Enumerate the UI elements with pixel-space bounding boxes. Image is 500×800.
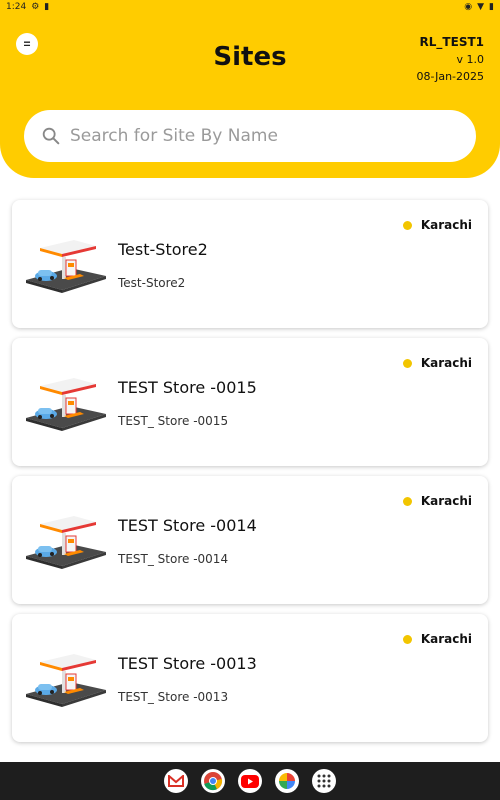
site-code: Test-Store2 xyxy=(118,276,186,290)
city-label: Karachi xyxy=(420,494,472,508)
location-icon: ◉ xyxy=(464,1,473,12)
app-version: v 1.0 xyxy=(456,53,485,66)
sd-card-icon: ▮ xyxy=(44,1,50,12)
city-label: Karachi xyxy=(420,632,472,646)
navigation-bar xyxy=(0,762,500,800)
site-name: TEST Store -0014 xyxy=(118,516,257,535)
battery-icon: ▮ xyxy=(489,1,494,12)
clock: 1:24 xyxy=(6,2,27,12)
status-dot xyxy=(402,496,412,506)
chrome-icon[interactable] xyxy=(201,769,225,793)
search-input[interactable] xyxy=(70,126,460,146)
site-name: TEST Store -0013 xyxy=(118,654,257,673)
city-tag: Karachi xyxy=(402,356,472,370)
gas-station-icon xyxy=(24,512,108,572)
status-dot xyxy=(402,634,412,644)
site-name: TEST Store -0015 xyxy=(118,378,257,397)
status-dot xyxy=(402,358,412,368)
app-date: 08-Jan-2025 xyxy=(416,70,485,83)
site-card[interactable]: TEST Store -0015 TEST_ Store -0015 Karac… xyxy=(12,338,488,466)
site-name: Test-Store2 xyxy=(118,240,208,259)
status-bar: 1:24 ⚙ ▮ ◉ ▼ ▮ xyxy=(0,0,500,14)
settings-icon: ⚙ xyxy=(31,1,40,12)
city-label: Karachi xyxy=(420,356,472,370)
youtube-icon[interactable] xyxy=(238,769,262,793)
gas-station-icon xyxy=(24,650,108,710)
user-name: RL_TEST1 xyxy=(419,35,484,49)
city-tag: Karachi xyxy=(402,632,472,646)
status-dot xyxy=(402,220,412,230)
site-code: TEST_ Store -0013 xyxy=(118,690,229,704)
city-tag: Karachi xyxy=(402,494,472,508)
site-code: TEST_ Store -0014 xyxy=(118,552,229,566)
user-info: RL_TEST1 v 1.0 08-Jan-2025 xyxy=(417,34,485,85)
site-card[interactable]: Test-Store2 Test-Store2 Karachi xyxy=(12,200,488,328)
search-icon xyxy=(42,127,60,145)
site-code: TEST_ Store -0015 xyxy=(118,414,229,428)
city-label: Karachi xyxy=(420,218,472,232)
gas-station-icon xyxy=(24,374,108,434)
header: = Sites RL_TEST1 v 1.0 08-Jan-2025 xyxy=(0,14,500,178)
gas-station-icon xyxy=(24,236,108,296)
city-tag: Karachi xyxy=(402,218,472,232)
search-bar[interactable] xyxy=(24,110,476,162)
app-drawer-icon[interactable] xyxy=(312,769,336,793)
app-dock xyxy=(164,769,336,793)
site-card[interactable]: TEST Store -0014 TEST_ Store -0014 Karac… xyxy=(12,476,488,604)
site-card[interactable]: TEST Store -0013 TEST_ Store -0013 Karac… xyxy=(12,614,488,742)
gmail-icon[interactable] xyxy=(164,769,188,793)
wifi-icon: ▼ xyxy=(477,1,485,12)
photos-icon[interactable] xyxy=(275,769,299,793)
site-list: Test-Store2 Test-Store2 Karachi TEST Sto… xyxy=(12,200,488,752)
